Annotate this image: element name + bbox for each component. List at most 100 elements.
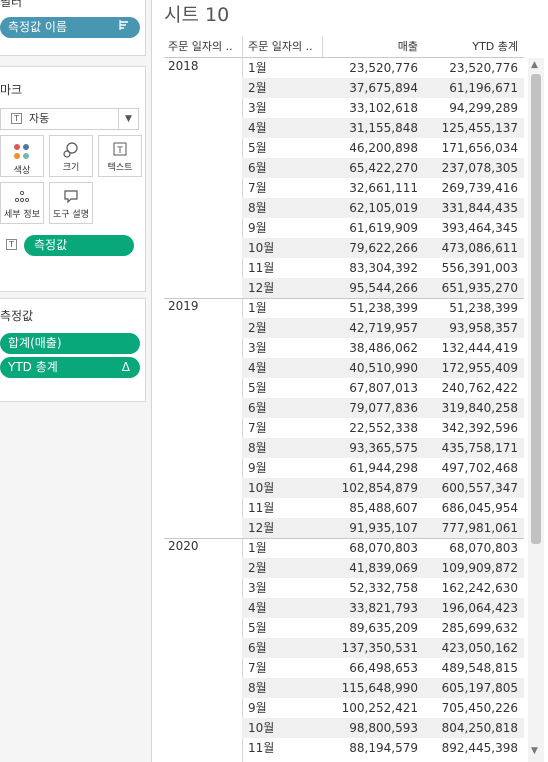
month-cell: 9월 — [248, 221, 267, 235]
header-sales[interactable]: 매출 — [324, 36, 418, 57]
month-cell: 8월 — [248, 441, 267, 455]
month-cell: 4월 — [248, 361, 267, 375]
table-row[interactable]: 7월 22,552,338 342,392,596 — [242, 418, 524, 438]
month-cell: 6월 — [248, 161, 267, 175]
ytd-total-cell: 489,548,815 — [441, 661, 518, 675]
sales-cell: 33,821,793 — [349, 601, 418, 615]
table-row[interactable]: 6월 79,077,836 319,840,258 — [242, 398, 524, 418]
size-icon — [50, 141, 92, 163]
ytd-total-cell: 240,762,422 — [441, 381, 518, 395]
tooltip-button[interactable]: 도구 설명 — [49, 182, 93, 224]
table-row[interactable]: 4월 40,510,990 172,955,409 — [242, 358, 524, 378]
header-month[interactable]: 주문 일자의 .. — [248, 36, 322, 57]
month-cell: 3월 — [248, 341, 267, 355]
table-row[interactable]: 5월 89,635,209 285,699,632 — [242, 618, 524, 638]
scroll-up-icon[interactable]: ▲ — [531, 60, 538, 70]
ytd-total-cell: 497,702,468 — [441, 461, 518, 475]
table-row[interactable]: 3월 52,332,758 162,242,630 — [242, 578, 524, 598]
ytd-total-cell: 804,250,818 — [441, 721, 518, 735]
detail-button[interactable]: 세부 정보 — [0, 182, 44, 224]
ytd-total-cell: 68,070,803 — [449, 541, 518, 555]
ytd-total-cell: 331,844,435 — [441, 201, 518, 215]
measure-values-title: 측정값 — [0, 309, 34, 323]
table-row[interactable]: 1월 23,520,776 23,520,776 — [242, 58, 524, 78]
month-cell: 1월 — [248, 541, 267, 555]
table-row[interactable]: 2월 42,719,957 93,958,357 — [242, 318, 524, 338]
ytd-total-cell: 93,958,357 — [449, 321, 518, 335]
sales-cell: 40,510,990 — [349, 361, 418, 375]
table-row[interactable]: 11월 83,304,392 556,391,003 — [242, 258, 524, 278]
header-year[interactable]: 주문 일자의 .. — [168, 36, 240, 57]
sales-cell: 23,520,776 — [349, 61, 418, 75]
table-row[interactable]: 10월 102,854,879 600,557,347 — [242, 478, 524, 498]
table-row[interactable]: 5월 67,807,013 240,762,422 — [242, 378, 524, 398]
table-row[interactable]: 5월 46,200,898 171,656,034 — [242, 138, 524, 158]
table-row[interactable]: 8월 93,365,575 435,758,171 — [242, 438, 524, 458]
scrollbar-thumb[interactable] — [531, 74, 541, 544]
filters-card: 필터 측정값 이름 — [0, 0, 146, 56]
ytd-total-cell: 686,045,954 — [441, 501, 518, 515]
measure-sum-sales-pill[interactable]: 합계(매출) — [0, 333, 140, 354]
table-row[interactable]: 1월 68,070,803 68,070,803 — [242, 538, 524, 558]
measure-values-text-pill[interactable]: 측정값 — [24, 235, 134, 256]
year-label[interactable]: 2018 — [168, 59, 199, 73]
ytd-total-cell: 393,464,345 — [441, 221, 518, 235]
sales-cell: 100,252,421 — [341, 701, 418, 715]
table-row[interactable]: 7월 66,498,653 489,548,815 — [242, 658, 524, 678]
table-row[interactable]: 11월 88,194,579 892,445,398 — [242, 738, 524, 758]
year-label[interactable]: 2020 — [168, 539, 199, 553]
table-row[interactable]: 7월 32,661,111 269,739,416 — [242, 178, 524, 198]
table-row[interactable]: 12월 95,544,266 651,935,270 — [242, 278, 524, 298]
mark-type-select[interactable]: T 자동 ▼ — [0, 108, 139, 130]
table-row[interactable]: 6월 65,422,270 237,078,305 — [242, 158, 524, 178]
header-ytd-total[interactable]: YTD 총계 — [424, 36, 518, 57]
month-cell: 6월 — [248, 641, 267, 655]
sales-cell: 102,854,879 — [341, 481, 418, 495]
ytd-total-cell: 51,238,399 — [449, 301, 518, 315]
ytd-total-cell: 777,981,061 — [441, 521, 518, 535]
month-cell: 1월 — [248, 61, 267, 75]
table-row[interactable]: 2월 37,675,894 61,196,671 — [242, 78, 524, 98]
table-row[interactable]: 3월 38,486,062 132,444,419 — [242, 338, 524, 358]
table-row[interactable]: 8월 62,105,019 331,844,435 — [242, 198, 524, 218]
color-button[interactable]: 색상 — [0, 135, 44, 177]
vertical-scrollbar[interactable]: ▲ ▼ — [528, 58, 544, 762]
scroll-down-icon[interactable]: ▼ — [531, 746, 538, 756]
year-label[interactable]: 2019 — [168, 299, 199, 313]
table-row[interactable]: 11월 85,488,607 686,045,954 — [242, 498, 524, 518]
month-cell: 9월 — [248, 461, 267, 475]
table-row[interactable]: 6월 137,350,531 423,050,162 — [242, 638, 524, 658]
month-cell: 3월 — [248, 101, 267, 115]
table-row[interactable]: 10월 98,800,593 804,250,818 — [242, 718, 524, 738]
sales-cell: 79,622,266 — [349, 241, 418, 255]
table-row[interactable]: 4월 33,821,793 196,064,423 — [242, 598, 524, 618]
table-row[interactable]: 1월 51,238,399 51,238,399 — [242, 298, 524, 318]
sales-cell: 66,498,653 — [349, 661, 418, 675]
text-shelf-icon: T — [6, 239, 17, 250]
table-row[interactable]: 10월 79,622,266 473,086,611 — [242, 238, 524, 258]
table-row[interactable]: 9월 61,619,909 393,464,345 — [242, 218, 524, 238]
color-label: 색상 — [13, 166, 31, 176]
sales-cell: 42,719,957 — [349, 321, 418, 335]
measure-sum-sales-label: 합계(매출) — [8, 336, 62, 350]
ytd-total-cell: 342,392,596 — [441, 421, 518, 435]
table-row[interactable]: 9월 61,944,298 497,702,468 — [242, 458, 524, 478]
text-mark-icon: T — [11, 113, 22, 124]
text-button[interactable]: T 텍스트 — [98, 135, 142, 177]
ytd-total-cell: 605,197,805 — [441, 681, 518, 695]
table-row[interactable]: 12월 91,935,107 777,981,061 — [242, 518, 524, 538]
table-row[interactable]: 9월 100,252,421 705,450,226 — [242, 698, 524, 718]
month-cell: 5월 — [248, 381, 267, 395]
month-cell: 4월 — [248, 601, 267, 615]
sales-cell: 37,675,894 — [349, 81, 418, 95]
table-row[interactable]: 3월 33,102,618 94,299,289 — [242, 98, 524, 118]
measure-ytd-total-pill[interactable]: YTD 총계 Δ — [0, 357, 140, 378]
measure-names-pill[interactable]: 측정값 이름 — [0, 17, 140, 38]
table-row[interactable]: 8월 115,648,990 605,197,805 — [242, 678, 524, 698]
table-row[interactable]: 2월 41,839,069 109,909,872 — [242, 558, 524, 578]
size-button[interactable]: 크기 — [49, 135, 93, 177]
shelves-pane: 필터 측정값 이름 마크 T 자동 ▼ 색상 크기 T 텍스트 세부 정보 도구… — [0, 0, 152, 762]
marks-card: 마크 T 자동 ▼ 색상 크기 T 텍스트 세부 정보 도구 설명 T 측정값 — [0, 66, 146, 292]
month-cell: 6월 — [248, 401, 267, 415]
table-row[interactable]: 4월 31,155,848 125,455,137 — [242, 118, 524, 138]
